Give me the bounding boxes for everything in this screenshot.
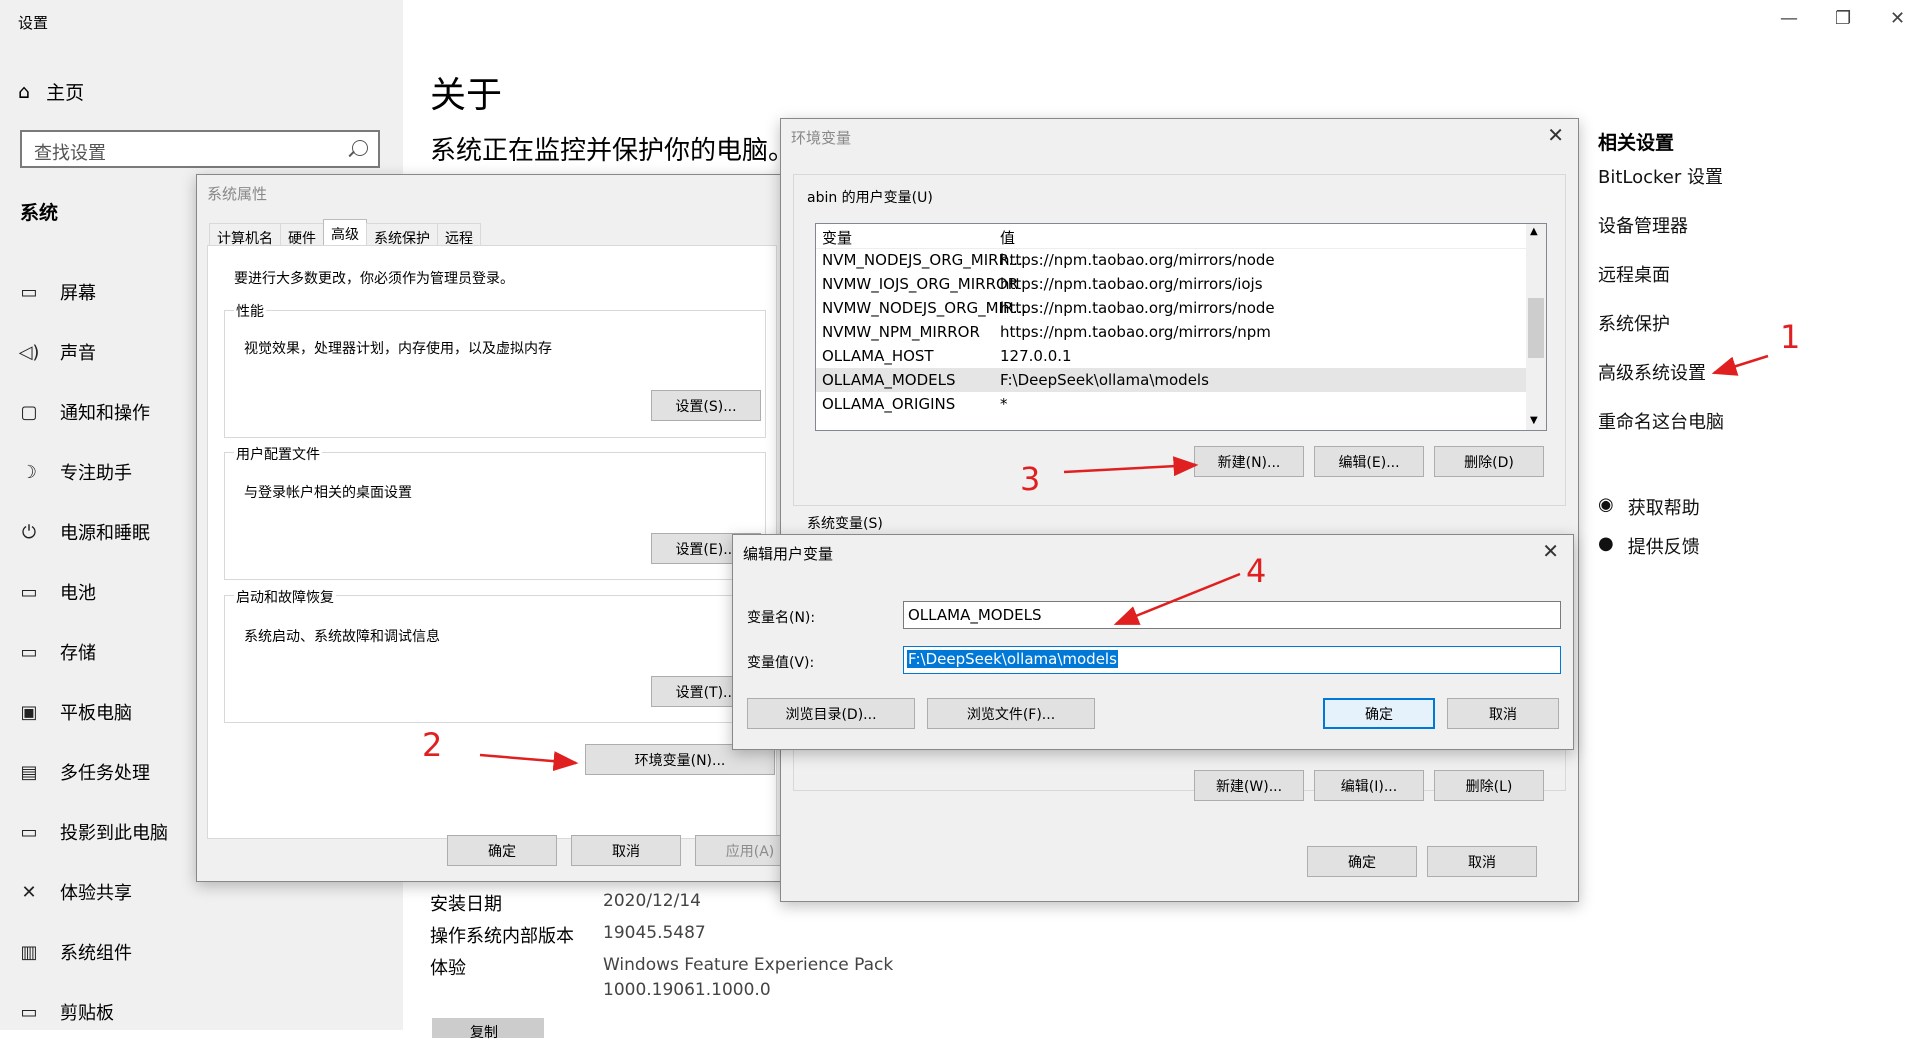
annotation-label-3: 3 bbox=[1020, 460, 1041, 498]
annotation-arrow-4 bbox=[1113, 572, 1241, 626]
annotation-label-2: 2 bbox=[422, 726, 443, 764]
annotation-arrow-3 bbox=[1063, 456, 1199, 477]
annotation-label-4: 4 bbox=[1246, 552, 1267, 590]
annotation-arrow-2 bbox=[479, 751, 579, 772]
annotation-label-1: 1 bbox=[1780, 318, 1801, 356]
annotation-arrow-1 bbox=[1711, 354, 1769, 376]
annotation-arrows bbox=[479, 354, 1769, 772]
